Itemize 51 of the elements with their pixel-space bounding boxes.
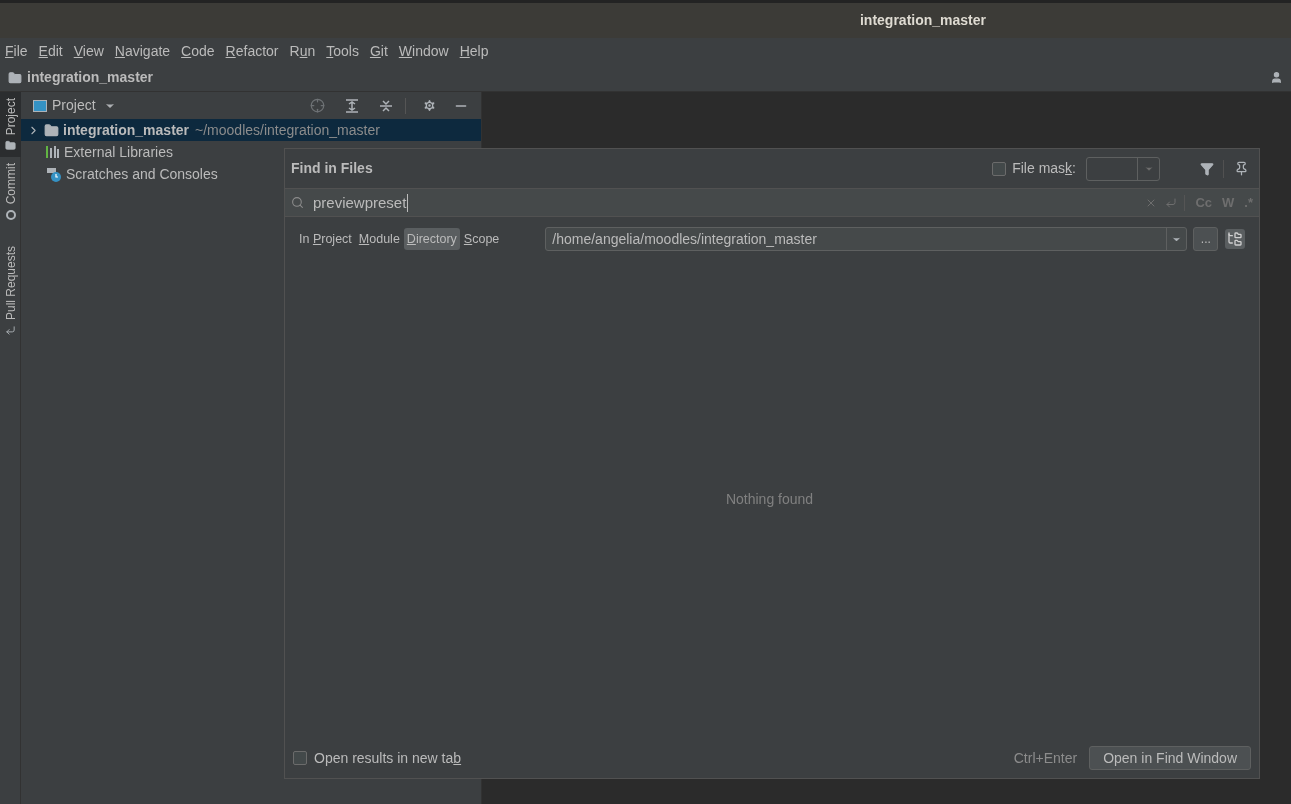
directory-dropdown[interactable]: /home/angelia/moodles/integration_master [545, 227, 1188, 251]
menu-item[interactable]: Navigate [114, 40, 171, 62]
panel-icon [33, 99, 47, 112]
commit-icon [5, 209, 16, 220]
scope-tab[interactable]: Module [355, 227, 403, 251]
folder-icon [5, 140, 16, 152]
search-icon [291, 196, 304, 209]
shortcut-hint: Ctrl+Enter [1013, 748, 1078, 768]
menu-item[interactable]: Window [398, 40, 449, 62]
side-tab[interactable]: Commit [0, 157, 21, 226]
checkbox[interactable] [293, 751, 307, 765]
scope-tab[interactable]: In Project [296, 227, 355, 251]
pin-icon[interactable] [1234, 161, 1249, 176]
side-tab[interactable]: Project [0, 92, 21, 158]
user-icon[interactable] [1270, 71, 1283, 84]
menu-item[interactable]: Code [181, 40, 215, 62]
pull-request-icon [5, 324, 16, 336]
menu-item[interactable]: Git [369, 40, 388, 62]
libraries-icon [46, 146, 60, 158]
scope-tab[interactable]: Directory [403, 227, 460, 251]
window-title: integration_master [859, 11, 986, 30]
folder-icon [8, 70, 22, 85]
settings-icon[interactable] [422, 98, 437, 113]
panel-title-dropdown[interactable]: Project [52, 95, 116, 116]
menu-item[interactable]: File [5, 40, 28, 62]
open-in-new-tab-label: Open results in new tab [314, 748, 462, 768]
menu-item[interactable]: Refactor [225, 40, 279, 62]
filter-icon[interactable] [1200, 161, 1214, 176]
menu-item[interactable]: Run [289, 40, 316, 62]
collapse-all-icon[interactable] [379, 98, 393, 113]
expand-all-icon[interactable] [345, 98, 359, 113]
tree-item-label: External Libraries [64, 142, 173, 162]
directory-tree-icon[interactable] [1225, 229, 1246, 249]
scope-tab[interactable]: Scope [460, 227, 503, 251]
tree-item-label: Scratches and Consoles [66, 164, 218, 184]
file-mask-label: File mask: [1012, 159, 1076, 178]
open-in-find-window-button[interactable]: Open in Find Window [1089, 746, 1251, 770]
breadcrumb-item[interactable]: integration_master [27, 67, 154, 88]
tree-item-label: integration_master [63, 120, 190, 140]
empty-results-text: Nothing found [725, 490, 814, 509]
menu-item[interactable]: Edit [38, 40, 63, 62]
menu-item[interactable]: Tools [326, 40, 359, 62]
menu-item[interactable]: Help [459, 40, 489, 62]
scratch-clock-icon [46, 166, 62, 182]
checkbox[interactable] [992, 161, 1007, 176]
browse-button[interactable]: ... [1193, 227, 1219, 251]
tree-item-path: ~/moodles/integration_master [195, 120, 380, 140]
side-tab[interactable]: Pull Requests [0, 239, 21, 342]
tree-item[interactable]: integration_master ~/moodles/integration_master [21, 119, 481, 141]
folder-icon [44, 122, 59, 138]
menu-item[interactable]: View [73, 40, 104, 62]
